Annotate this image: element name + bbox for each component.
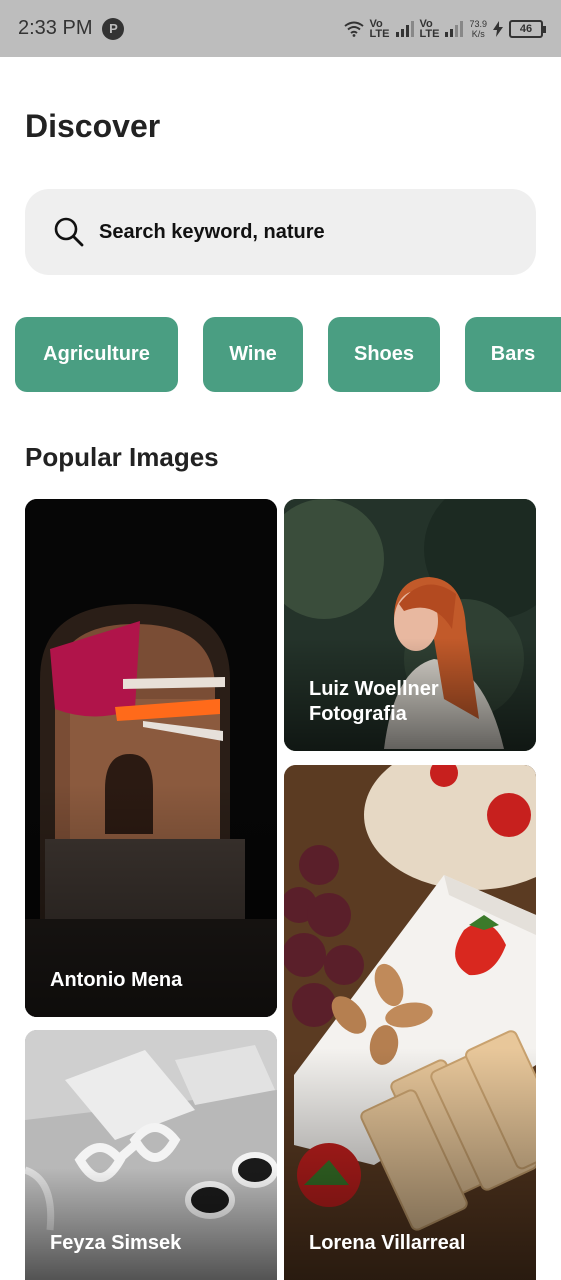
chip-wine[interactable]: Wine <box>203 317 303 392</box>
image-author: Lorena Villarreal <box>309 1232 466 1254</box>
network-speed: 73.9 K/s <box>469 18 487 39</box>
app-notification-icon: P <box>102 17 125 40</box>
signal-icon-1 <box>395 20 414 37</box>
search-placeholder: Search keyword, nature <box>99 220 325 243</box>
wifi-icon <box>343 21 364 37</box>
status-time: 2:33 PM <box>18 17 93 39</box>
search-input[interactable]: Search keyword, nature <box>25 189 536 275</box>
charging-icon <box>493 20 503 37</box>
category-chips: Agriculture Wine Shoes Bars <box>15 317 561 392</box>
chip-shoes[interactable]: Shoes <box>328 317 440 392</box>
image-card-antonio-mena[interactable]: Antonio Mena <box>25 499 277 1017</box>
popular-images-heading: Popular Images <box>25 442 219 472</box>
chip-agriculture[interactable]: Agriculture <box>15 317 178 392</box>
battery-icon: 46 <box>509 19 546 38</box>
chip-bars[interactable]: Bars <box>465 317 561 392</box>
image-author: Antonio Mena <box>50 969 183 991</box>
network-indicator-1: Vo LTE <box>369 17 390 40</box>
image-card-lorena-villarreal[interactable]: Lorena Villarreal <box>284 765 536 1280</box>
image-author: Feyza Simsek <box>50 1232 182 1254</box>
page-title: Discover <box>25 108 161 144</box>
image-card-luiz-woellner[interactable]: Luiz Woellner Fotografia <box>284 499 536 751</box>
image-author: Luiz Woellner Fotografia <box>309 678 439 725</box>
image-card-feyza-simsek[interactable]: Feyza Simsek <box>25 1030 277 1280</box>
signal-icon-2 <box>445 20 464 37</box>
caption-shade <box>25 1167 277 1280</box>
search-icon <box>54 217 84 247</box>
status-bar: 2:33 PM P Vo LTE Vo LTE 73.9 K/s 46 <box>0 0 561 57</box>
network-indicator-2: Vo LTE <box>419 17 440 40</box>
